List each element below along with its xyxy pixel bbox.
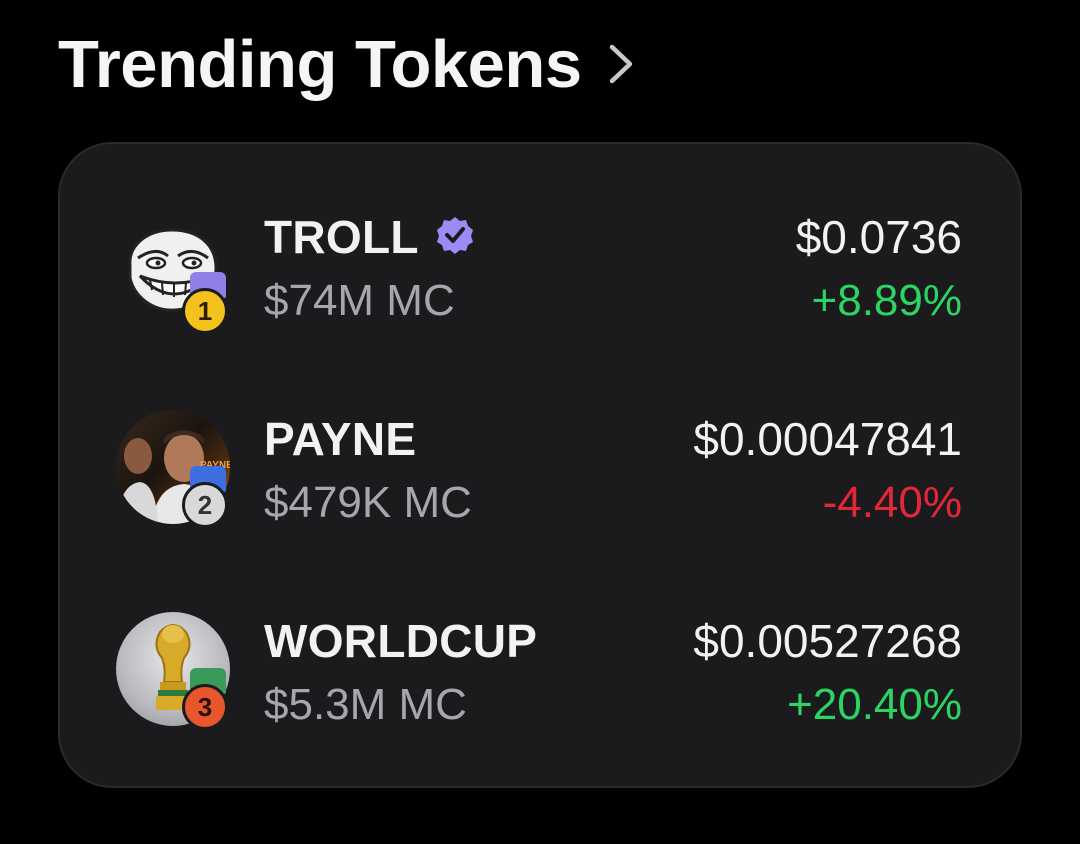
token-avatar: PAYNE 2 bbox=[116, 410, 236, 530]
token-name-line: PAYNE bbox=[264, 412, 416, 466]
token-name: TROLL bbox=[264, 211, 419, 263]
token-avatar: 1 bbox=[116, 216, 236, 336]
token-row-worldcup[interactable]: 3 WORLDCUP $5.3M MC $0.00527268 +20.40% bbox=[60, 612, 1020, 744]
trending-tokens-header[interactable]: Trending Tokens bbox=[58, 22, 640, 106]
rank-number: 1 bbox=[197, 295, 213, 326]
rank-number: 3 bbox=[197, 691, 213, 722]
token-name-line: WORLDCUP bbox=[264, 614, 537, 668]
market-cap: $74M MC bbox=[264, 276, 455, 325]
market-cap: $479K MC bbox=[264, 478, 472, 527]
bronze-medal-icon: 3 bbox=[182, 684, 228, 730]
price-change: -4.40% bbox=[822, 478, 962, 527]
token-price: $0.00047841 bbox=[693, 413, 962, 465]
gold-medal-icon: 1 bbox=[182, 288, 228, 334]
token-price: $0.00527268 bbox=[693, 615, 962, 667]
token-row-troll[interactable]: 1 TROLL $74M MC $0.0736 +8.89% bbox=[60, 210, 1020, 340]
token-price: $0.0736 bbox=[795, 211, 962, 263]
token-row-payne[interactable]: PAYNE 2 PAYNE $479K MC $0.00047841 -4.40… bbox=[60, 410, 1020, 542]
chevron-right-icon[interactable] bbox=[606, 44, 640, 84]
price-change: +8.89% bbox=[811, 276, 962, 325]
token-name-line: TROLL bbox=[264, 210, 475, 264]
token-avatar: 3 bbox=[116, 612, 236, 732]
rank-number: 2 bbox=[197, 489, 213, 520]
market-cap: $5.3M MC bbox=[264, 680, 467, 729]
trending-tokens-card: 1 TROLL $74M MC $0.0736 +8.89% 2 PAYNE $… bbox=[58, 142, 1022, 788]
token-name: PAYNE bbox=[264, 413, 417, 465]
verified-badge-icon bbox=[435, 215, 475, 260]
silver-medal-icon: 2 bbox=[182, 482, 228, 528]
token-name: WORLDCUP bbox=[264, 615, 538, 667]
price-change: +20.40% bbox=[787, 680, 962, 729]
section-title: Trending Tokens bbox=[58, 26, 582, 102]
